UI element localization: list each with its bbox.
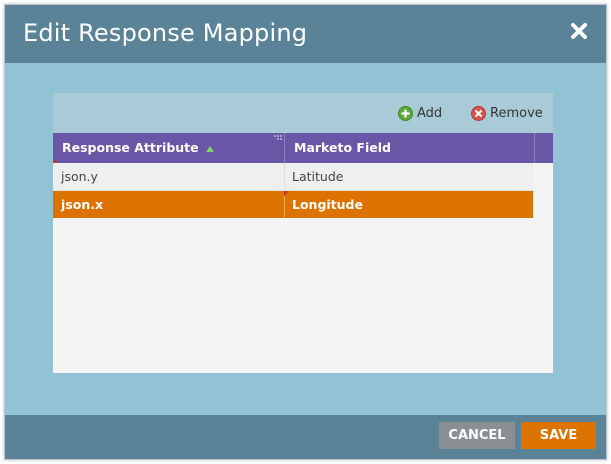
add-label: Add: [417, 105, 443, 121]
save-button[interactable]: SAVE: [521, 422, 596, 449]
plus-circle-icon: [398, 105, 413, 121]
cell-marketo-field[interactable]: Longitude: [284, 191, 533, 218]
dirty-marker-icon: [284, 191, 289, 196]
edit-response-mapping-dialog: Edit Response Mapping Add Remove Respons…: [4, 4, 607, 460]
sort-ascending-icon: [205, 146, 214, 152]
dialog-footer: CANCEL SAVE: [5, 415, 606, 459]
column-header-response-attribute[interactable]: Response Attribute: [53, 133, 285, 163]
mapping-panel: Add Remove Response Attribute Marketo Fi…: [53, 93, 553, 373]
dialog-titlebar: Edit Response Mapping: [5, 5, 606, 63]
grid-toolbar: Add Remove: [53, 93, 553, 133]
remove-button[interactable]: Remove: [471, 104, 543, 122]
add-button[interactable]: Add: [398, 104, 442, 122]
cell-response-attribute[interactable]: json.y: [53, 163, 284, 190]
cell-marketo-field[interactable]: Latitude: [284, 163, 533, 190]
grid-header: Response Attribute Marketo Field: [53, 133, 553, 163]
cancel-button[interactable]: CANCEL: [439, 422, 515, 449]
x-circle-icon: [471, 105, 486, 121]
column-header-marketo-field[interactable]: Marketo Field: [285, 133, 535, 163]
close-icon[interactable]: [568, 20, 590, 42]
table-row[interactable]: json.y Latitude: [53, 163, 533, 191]
column-resize-icon[interactable]: [274, 135, 282, 141]
table-row-selected[interactable]: json.x Longitude: [53, 191, 533, 218]
cell-response-attribute[interactable]: json.x: [53, 191, 284, 218]
remove-label: Remove: [490, 105, 543, 121]
dialog-title: Edit Response Mapping: [23, 19, 308, 47]
